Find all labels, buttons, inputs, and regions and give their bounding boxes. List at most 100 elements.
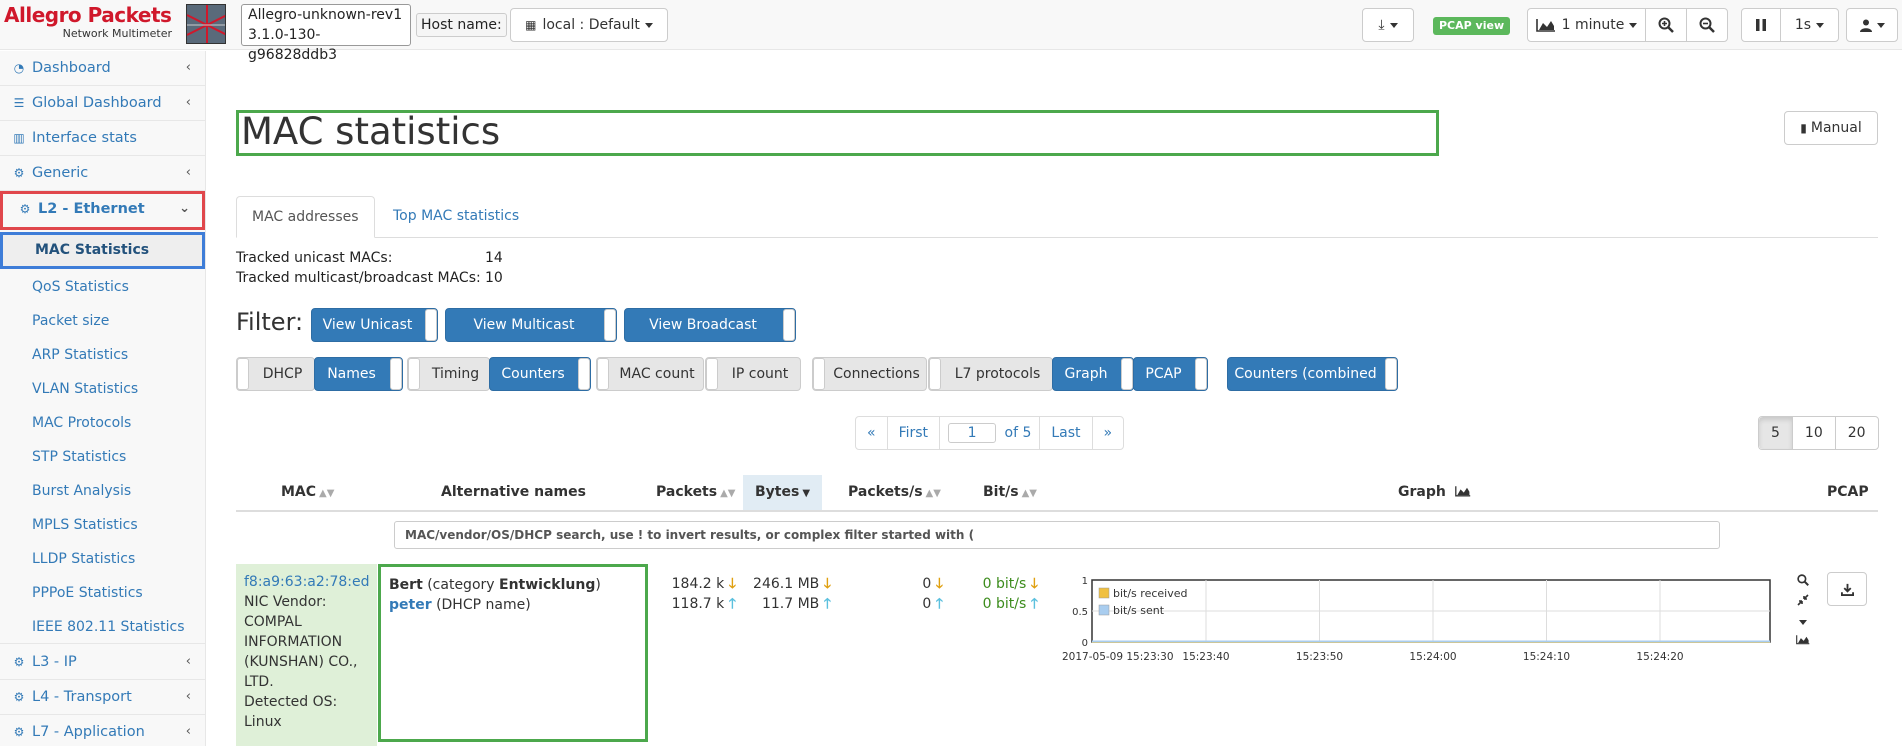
top-navbar: Allegro Packets Network Multimeter Alleg…: [0, 0, 1902, 63]
manual-button[interactable]: ▮ Manual: [1784, 111, 1878, 145]
host-select-dropdown[interactable]: ▦ local : Default: [510, 8, 668, 42]
tab-top-mac-statistics[interactable]: Top MAC statistics: [378, 196, 534, 238]
y-tick-label: 0.5: [1072, 607, 1088, 618]
page-number-input[interactable]: [948, 423, 997, 443]
sidebar-item-mpls-statistics[interactable]: MPLS Statistics: [0, 508, 205, 542]
column-toggle-counters-combined[interactable]: Counters (combined: [1227, 357, 1398, 391]
table-header: MAC ▲▼ Alternative names Packets ▲▼ Bytes ▼…: [236, 475, 1878, 512]
column-toggle-connections[interactable]: Connections: [812, 357, 927, 391]
sidebar-item-stp-statistics[interactable]: STP Statistics: [0, 440, 205, 474]
legend-swatch: [1098, 604, 1110, 616]
pager-prev[interactable]: «: [856, 417, 888, 449]
sidebar-item-generic[interactable]: ⚙ Generic ‹: [0, 156, 205, 191]
column-header-packets[interactable]: Packets ▲▼: [656, 475, 735, 510]
sidebar-item-ieee80211-statistics[interactable]: IEEE 802.11 Statistics: [0, 610, 205, 644]
caret-down-icon[interactable]: [1792, 614, 1814, 634]
user-menu-button[interactable]: [1846, 8, 1898, 42]
download-icon: [1840, 583, 1854, 596]
sidebar-item-mac-statistics[interactable]: MAC Statistics: [0, 232, 205, 269]
chevron-left-icon: ‹: [185, 60, 191, 75]
nic-vendor-value: COMPAL INFORMATION (KUNSHAN) CO., LTD.: [244, 614, 358, 690]
sidebar-item-qos-statistics[interactable]: QoS Statistics: [0, 270, 205, 304]
column-header-bytes[interactable]: Bytes ▼: [743, 475, 823, 510]
sidebar-item-vlan-statistics[interactable]: VLAN Statistics: [0, 372, 205, 406]
x-tick-label: 15:24:00: [1409, 651, 1456, 663]
page-size-10[interactable]: 10: [1792, 417, 1836, 449]
page-size-20[interactable]: 20: [1835, 417, 1878, 449]
column-toggle-counters[interactable]: Counters: [489, 357, 591, 391]
view-unicast-toggle[interactable]: View Unicast: [311, 308, 438, 342]
arrow-down-icon: 🡓: [1030, 576, 1038, 592]
pcap-download-button[interactable]: [1827, 572, 1867, 606]
refresh-rate-dropdown[interactable]: 1s: [1780, 8, 1839, 42]
sidebar-item-pppoe-statistics[interactable]: PPPoE Statistics: [0, 576, 205, 610]
sidebar-item-interface-stats[interactable]: ▥ Interface stats: [0, 121, 205, 156]
column-toggle-graph[interactable]: Graph: [1052, 357, 1134, 391]
column-toggle-dhcp[interactable]: DHCP: [236, 357, 315, 391]
device-logo-icon: [186, 4, 226, 44]
sidebar-item-lldp-statistics[interactable]: LLDP Statistics: [0, 542, 205, 576]
toggle-label: Names: [327, 366, 376, 382]
sidebar-item-global-dashboard[interactable]: ☰ Global Dashboard ‹: [0, 86, 205, 121]
alt-name-category-suffix: ): [595, 577, 601, 593]
sidebar-item-mac-protocols[interactable]: MAC Protocols: [0, 406, 205, 440]
toggle-label: View Multicast: [473, 317, 575, 333]
column-header-mac[interactable]: MAC ▲▼: [281, 475, 334, 510]
compress-icon[interactable]: [1792, 594, 1814, 614]
traffic-graph[interactable]: 1 0.5 0 2017-05-09 15:23:30 15:23:40 15:23:50…: [1052, 576, 1772, 666]
toggle-label: Counters: [501, 366, 565, 382]
sidebar-item-l7-application[interactable]: ⚙ L7 - Application ‹: [0, 715, 205, 746]
column-header-bits-per-sec[interactable]: Bit/s ▲▼: [983, 475, 1037, 510]
toggle-knob: [1121, 358, 1133, 390]
chevron-left-icon: ‹: [185, 165, 191, 180]
arrow-down-icon: 🡓: [728, 576, 736, 592]
version-line-2: 3.1.0-130-g96828ddb3: [248, 27, 337, 63]
column-header-packets-per-sec[interactable]: Packets/s ▲▼: [848, 475, 941, 510]
toggle-knob: [929, 358, 941, 390]
sidebar-item-l4-transport[interactable]: ⚙ L4 - Transport ‹: [0, 680, 205, 715]
page-size-5[interactable]: 5: [1759, 417, 1793, 449]
sidebar-item-packet-size[interactable]: Packet size: [0, 304, 205, 338]
arrow-down-icon: 🡓: [935, 576, 943, 592]
pager-next[interactable]: »: [1093, 417, 1124, 449]
bytes-sent: 11.7 MB 🡑: [736, 594, 831, 614]
interval-dropdown[interactable]: 1 minute: [1527, 8, 1646, 42]
column-toggle-pcap[interactable]: PCAP: [1133, 357, 1208, 391]
caret-down-icon: [1876, 22, 1885, 28]
toggle-knob: [408, 358, 420, 390]
pager-first[interactable]: First: [888, 417, 941, 449]
sort-icon: ▲▼: [319, 488, 335, 499]
mac-address-link[interactable]: f8:a9:63:a2:78:ed: [244, 574, 370, 590]
column-toggle-l7-protocols[interactable]: L7 protocols: [928, 357, 1053, 391]
zoom-in-button[interactable]: [1645, 8, 1687, 42]
zoom-out-button[interactable]: [1686, 8, 1728, 42]
alt-name-dhcp-link[interactable]: peter: [389, 597, 432, 613]
download-dropdown-button[interactable]: ⤓: [1362, 8, 1414, 42]
column-toggle-names[interactable]: Names: [314, 357, 403, 391]
tab-mac-addresses[interactable]: MAC addresses: [236, 196, 375, 238]
sidebar-group-l2-ethernet[interactable]: ⚙ L2 - Ethernet ⌄: [0, 191, 205, 230]
chevron-down-icon: ⌄: [179, 201, 190, 216]
allegro-logo[interactable]: Allegro Packets Network Multimeter: [4, 3, 174, 47]
sidebar-item-burst-analysis[interactable]: Burst Analysis: [0, 474, 205, 508]
column-toggle-timing[interactable]: Timing: [407, 357, 490, 391]
value: 0 bit/s: [982, 596, 1027, 612]
tracked-multicast-label: Tracked multicast/broadcast MACs:: [236, 270, 481, 286]
pagination: « First of 5 Last »: [855, 416, 1125, 450]
column-toggle-ip-count[interactable]: IP count: [705, 357, 801, 391]
column-toggle-mac-count[interactable]: MAC count: [596, 357, 704, 391]
pager-last[interactable]: Last: [1040, 417, 1093, 449]
table-search-input[interactable]: MAC/vendor/OS/DHCP search, use ! to inve…: [394, 521, 1720, 549]
header-label: MAC: [281, 484, 317, 500]
area-chart-icon: [1535, 19, 1555, 32]
sidebar-group-label: L2 - Ethernet: [38, 201, 145, 217]
search-icon[interactable]: [1792, 574, 1814, 594]
pause-button[interactable]: [1741, 8, 1781, 42]
sidebar-item-dashboard[interactable]: ◔ Dashboard ‹: [0, 51, 205, 86]
view-broadcast-toggle[interactable]: View Broadcast: [624, 308, 796, 342]
area-chart-icon[interactable]: [1792, 634, 1814, 654]
sidebar-item-arp-statistics[interactable]: ARP Statistics: [0, 338, 205, 372]
toggle-knob: [237, 358, 249, 390]
view-multicast-toggle[interactable]: View Multicast: [445, 308, 617, 342]
sidebar-item-l3-ip[interactable]: ⚙ L3 - IP ‹: [0, 645, 205, 680]
